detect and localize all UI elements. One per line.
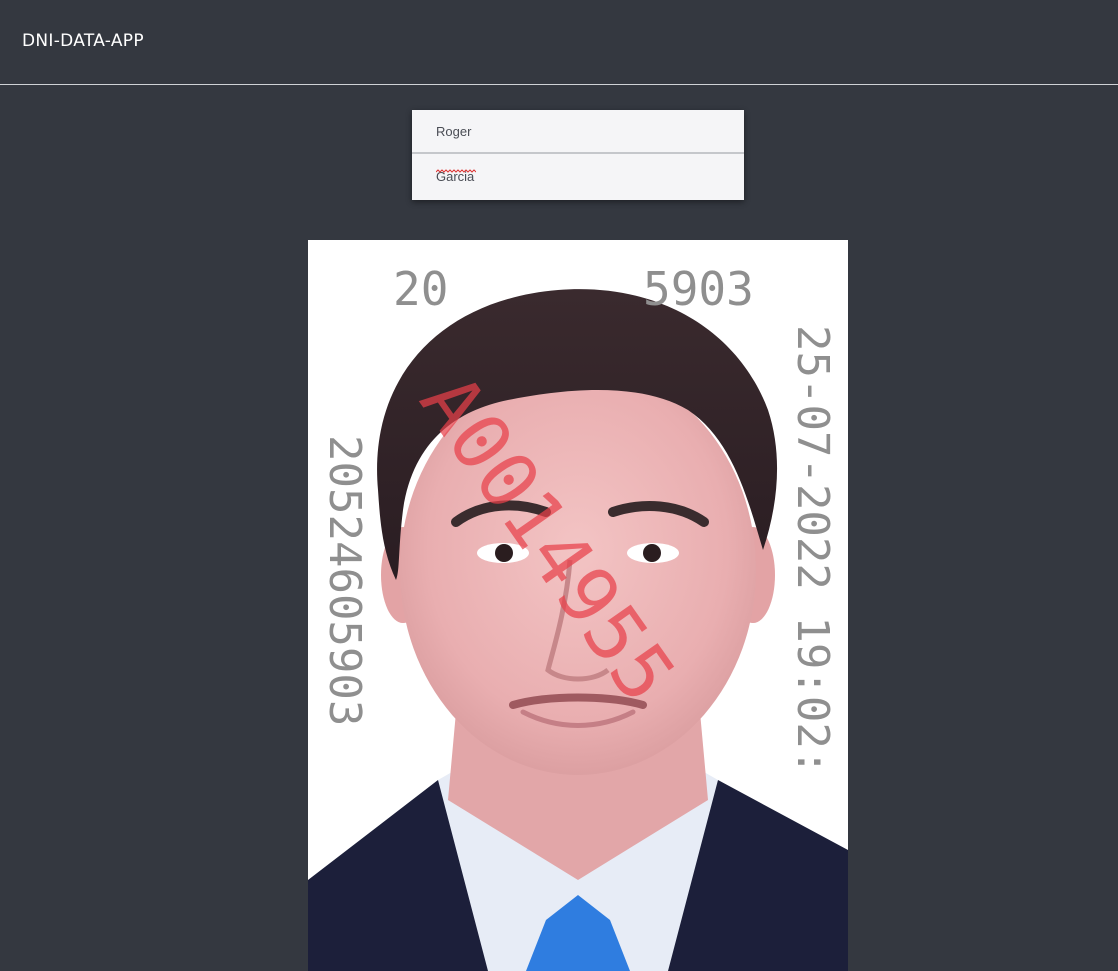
top-stamp-right: 5903	[643, 262, 754, 316]
right-stamp: 25-07-2022 19:02:	[787, 325, 838, 775]
portrait-image: 20 5903 20524605903 25-07-2022 19:02: A0…	[308, 240, 848, 971]
last-name-input[interactable]	[412, 155, 744, 198]
app-title[interactable]: DNI-DATA-APP	[22, 31, 144, 51]
top-navbar: DNI-DATA-APP	[0, 0, 1118, 85]
left-stamp: 20524605903	[319, 435, 370, 726]
first-name-input[interactable]	[412, 110, 744, 154]
id-photo: 20 5903 20524605903 25-07-2022 19:02: A0…	[308, 240, 848, 971]
top-stamp-left: 20	[393, 262, 448, 316]
name-form	[412, 110, 744, 200]
